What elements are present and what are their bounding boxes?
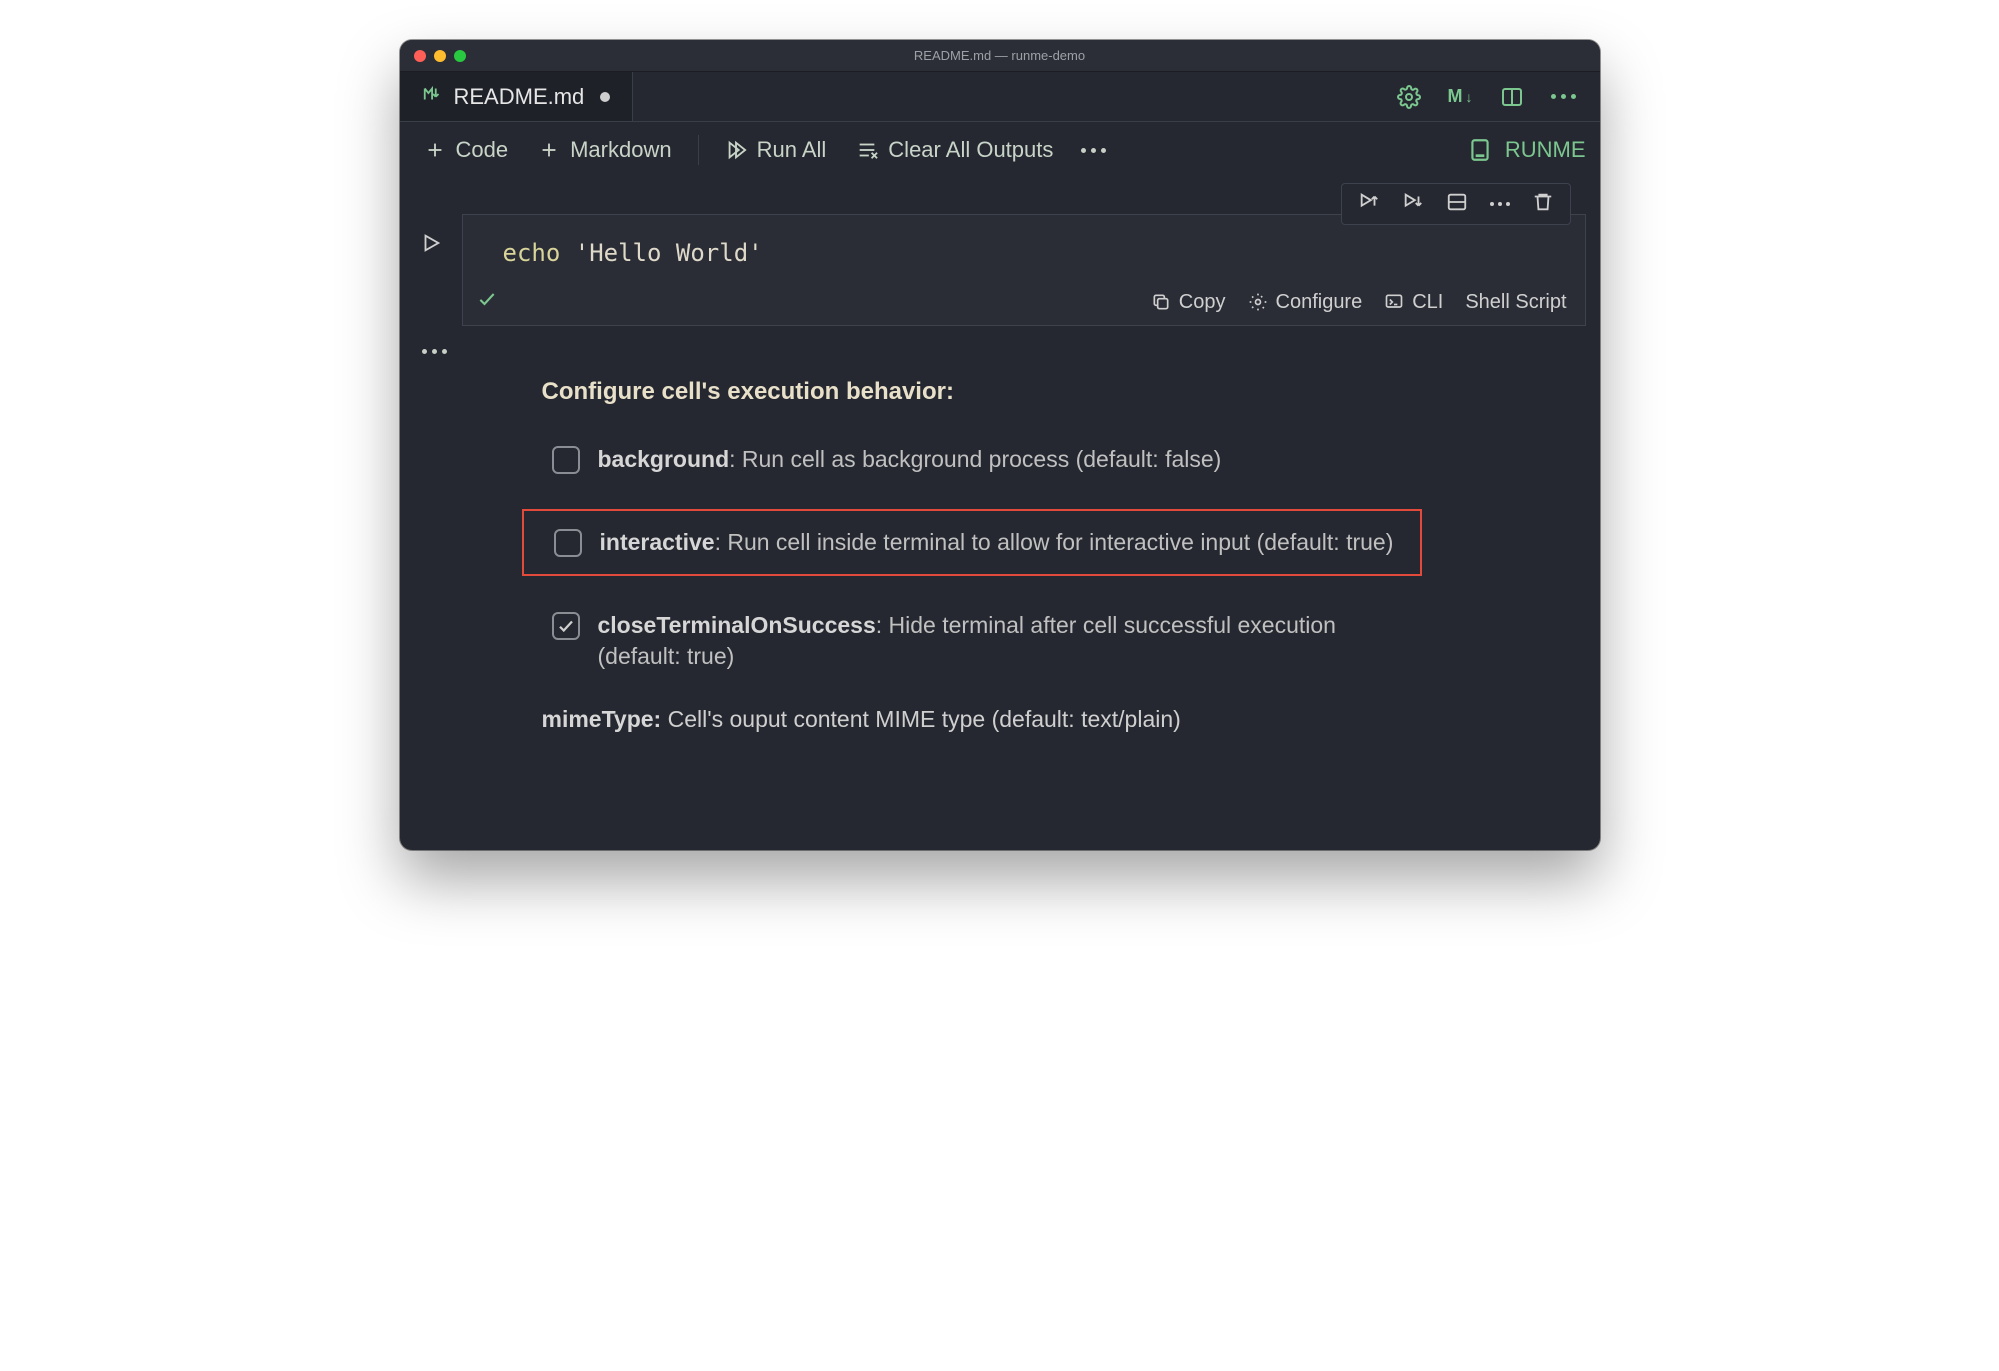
code-content[interactable]: echo 'Hello World' [463, 215, 1585, 283]
window-title: README.md — runme-demo [400, 48, 1600, 63]
delete-cell-icon[interactable] [1532, 191, 1554, 218]
option-interactive[interactable]: interactive: Run cell inside terminal to… [522, 509, 1422, 576]
more-tab-actions-icon[interactable] [1551, 94, 1576, 99]
run-all-label: Run All [757, 137, 827, 163]
tab-filename: README.md [454, 84, 585, 110]
divider [698, 135, 699, 165]
cell-more-icon[interactable] [1490, 202, 1510, 206]
checkbox-interactive[interactable] [554, 529, 582, 557]
checkbox-close-terminal[interactable] [552, 612, 580, 640]
add-markdown-button[interactable]: Markdown [528, 137, 681, 163]
markdown-label-icon[interactable]: M↓ [1448, 86, 1473, 107]
editor-window: README.md — runme-demo README.md M↓ Code [400, 40, 1600, 850]
cell-footer: Copy Configure CLI Shell Script [463, 283, 1585, 325]
checkbox-background[interactable] [552, 446, 580, 474]
option-background[interactable]: background: Run cell as background proce… [542, 436, 1586, 483]
run-above-icon[interactable] [1358, 191, 1380, 218]
option-close-terminal[interactable]: closeTerminalOnSuccess: Hide terminal af… [542, 602, 1586, 680]
tab-strip: README.md M↓ [400, 72, 1600, 122]
add-code-button[interactable]: Code [414, 137, 519, 163]
kernel-picker-button[interactable]: RUNME [1467, 137, 1586, 163]
cell-gutter [414, 214, 448, 354]
copy-button[interactable]: Copy [1151, 291, 1226, 314]
split-editor-icon[interactable] [1499, 84, 1525, 110]
tab-dirty-indicator [600, 92, 610, 102]
titlebar: README.md — runme-demo [400, 40, 1600, 72]
tab-readme[interactable]: README.md [400, 72, 634, 121]
option-text: closeTerminalOnSuccess: Hide terminal af… [598, 610, 1418, 672]
run-cell-icon[interactable] [420, 232, 442, 259]
run-below-icon[interactable] [1402, 191, 1424, 218]
cell-language-label[interactable]: Shell Script [1465, 291, 1566, 314]
cell-success-icon [477, 289, 497, 315]
run-all-button[interactable]: Run All [715, 137, 837, 163]
markdown-icon [422, 83, 444, 110]
configure-button[interactable]: Configure [1248, 291, 1363, 314]
cell-row: echo 'Hello World' Copy Configure [414, 214, 1586, 354]
notebook-toolbar: Code Markdown Run All Clear All Outputs … [400, 122, 1600, 178]
add-code-label: Code [456, 137, 509, 163]
kernel-label: RUNME [1505, 137, 1586, 163]
configure-heading: Configure cell's execution behavior: [542, 378, 1586, 406]
gear-icon[interactable] [1396, 84, 1422, 110]
notebook-body: echo 'Hello World' Copy Configure [400, 178, 1600, 733]
more-toolbar-actions-icon[interactable] [1081, 148, 1106, 153]
code-cell[interactable]: echo 'Hello World' Copy Configure [462, 214, 1586, 326]
cli-button[interactable]: CLI [1384, 291, 1443, 314]
option-text: interactive: Run cell inside terminal to… [600, 527, 1394, 558]
cell-floating-toolbar [1341, 183, 1571, 225]
clear-outputs-button[interactable]: Clear All Outputs [846, 137, 1063, 163]
option-mime-type: mimeType: Cell's ouput content MIME type… [542, 706, 1586, 733]
add-markdown-label: Markdown [570, 137, 671, 163]
cell-gutter-more-icon[interactable] [422, 349, 447, 354]
tab-actions: M↓ [1396, 72, 1600, 121]
configure-panel: Configure cell's execution behavior: bac… [462, 378, 1586, 733]
option-text: background: Run cell as background proce… [598, 444, 1222, 475]
clear-outputs-label: Clear All Outputs [888, 137, 1053, 163]
split-cell-icon[interactable] [1446, 191, 1468, 218]
